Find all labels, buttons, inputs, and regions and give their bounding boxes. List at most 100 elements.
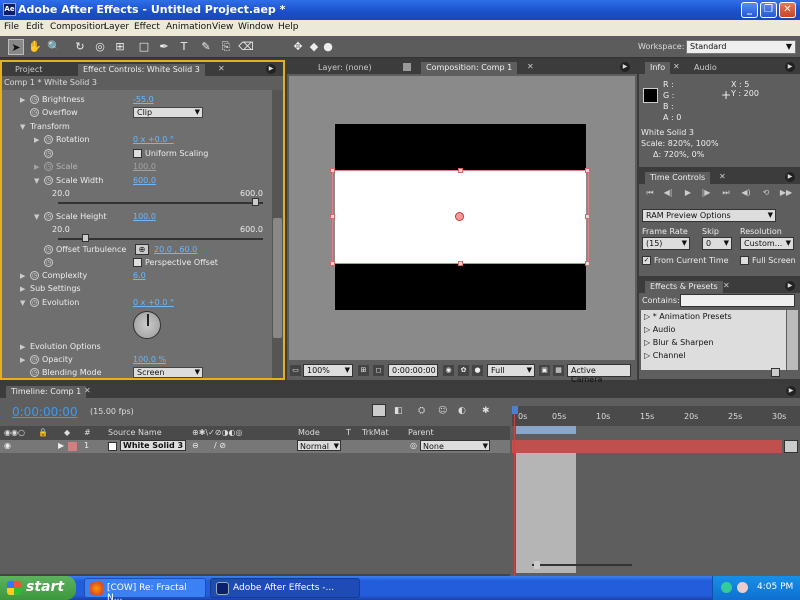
- menu-window[interactable]: Window: [238, 22, 274, 32]
- live-update-icon[interactable]: ◧: [394, 406, 403, 416]
- workspace-select[interactable]: Standard ▼: [686, 40, 796, 54]
- ram-preview-options-select[interactable]: RAM Preview Options ▼: [642, 209, 776, 222]
- frame-rate-select[interactable]: (15) ▼: [642, 237, 690, 250]
- stopwatch-icon[interactable]: ◷: [44, 245, 53, 254]
- layer-duration-bar[interactable]: [512, 440, 782, 453]
- 3d-view-select[interactable]: Active Camera: [567, 364, 631, 384]
- table-row[interactable]: ◉ ▶ 1 White Solid 3 ⊖ / ⊘ Normal ▼ ◎ None…: [0, 440, 510, 453]
- close-tab-icon[interactable]: ✕: [723, 281, 730, 290]
- scale-width-slider[interactable]: [58, 202, 263, 204]
- list-item[interactable]: ▷ Blur & Sharpen: [644, 338, 714, 347]
- label-color-swatch[interactable]: [68, 442, 77, 451]
- minimize-button[interactable]: _: [741, 2, 758, 18]
- zoom-tool-icon[interactable]: 🔍: [46, 39, 62, 55]
- eraser-tool-icon[interactable]: ⌫: [238, 39, 254, 55]
- last-frame-icon[interactable]: ⏭: [719, 188, 733, 199]
- close-tab-icon[interactable]: ✕: [719, 172, 726, 181]
- loop-icon[interactable]: ⟲: [759, 188, 773, 199]
- column-source-name[interactable]: Source Name: [108, 428, 162, 437]
- brush-tool-icon[interactable]: ✎: [198, 39, 214, 55]
- frame-blending-icon[interactable]: ◐: [458, 406, 466, 416]
- from-current-time-checkbox[interactable]: ✓: [642, 256, 651, 265]
- zoom-slider-knob[interactable]: [534, 561, 540, 569]
- scale-height-slider-knob[interactable]: [82, 234, 89, 242]
- first-frame-icon[interactable]: ⏮: [643, 188, 657, 199]
- full-screen-checkbox[interactable]: [740, 256, 749, 265]
- transform-handle[interactable]: [585, 168, 590, 173]
- transparency-grid-icon[interactable]: ▦: [553, 365, 564, 376]
- scale-width-value[interactable]: 600.0: [133, 176, 156, 185]
- list-item[interactable]: ▷ Channel: [644, 351, 686, 360]
- twirl-right-icon[interactable]: ▶: [20, 96, 25, 104]
- play-icon[interactable]: ▶: [681, 188, 695, 199]
- effect-controls-scrollbar[interactable]: [272, 90, 283, 378]
- contains-search-input[interactable]: [680, 294, 795, 307]
- twirl-down-icon[interactable]: ▼: [20, 123, 25, 131]
- twirl-down-icon[interactable]: ▼: [20, 299, 25, 307]
- point-control-icon[interactable]: ⊕: [135, 244, 149, 255]
- effect-switch-icon[interactable]: / ⊘: [214, 441, 226, 450]
- comp-mini-flowchart-icon[interactable]: [372, 404, 386, 417]
- scrollbar-thumb[interactable]: [273, 218, 282, 338]
- resolution-select[interactable]: Custom... ▼: [740, 237, 794, 250]
- tab-effects-presets[interactable]: Effects & Presets: [645, 281, 723, 293]
- menu-layer[interactable]: Layer: [104, 22, 129, 32]
- previous-frame-icon[interactable]: ◀|: [661, 188, 675, 199]
- menu-animation[interactable]: Animation: [166, 22, 212, 32]
- transform-handle[interactable]: [585, 214, 590, 219]
- stopwatch-icon[interactable]: ◷: [44, 135, 53, 144]
- maximize-button[interactable]: ❐: [760, 2, 777, 18]
- magnification-select[interactable]: 100% ▼: [303, 364, 353, 377]
- stopwatch-icon[interactable]: ◷: [30, 355, 39, 364]
- view-axis-icon[interactable]: ●: [320, 39, 336, 55]
- close-tab-icon[interactable]: ✕: [84, 386, 91, 395]
- pen-tool-icon[interactable]: ✒: [156, 39, 172, 55]
- twirl-right-icon[interactable]: ▶: [34, 136, 39, 144]
- clone-stamp-tool-icon[interactable]: ⎘: [218, 39, 234, 55]
- scale-width-slider-knob[interactable]: [252, 198, 259, 206]
- resolution-select[interactable]: Full ▼: [487, 364, 535, 377]
- selection-tool-icon[interactable]: ➤: [8, 39, 24, 55]
- transform-handle[interactable]: [330, 261, 335, 266]
- stopwatch-icon[interactable]: ◷: [30, 368, 39, 377]
- opacity-value[interactable]: 100.0 %: [133, 355, 166, 364]
- twirl-right-icon[interactable]: ▶: [58, 441, 64, 450]
- ram-preview-icon[interactable]: ▶▶: [779, 188, 793, 199]
- timeline-current-time[interactable]: 0:00:00:00: [12, 405, 78, 419]
- rectangle-mask-tool-icon[interactable]: □: [136, 39, 152, 55]
- color-channel-icon[interactable]: ●: [472, 365, 483, 376]
- text-tool-icon[interactable]: T: [176, 39, 192, 55]
- complexity-value[interactable]: 6.0: [133, 271, 146, 280]
- perspective-offset-checkbox[interactable]: [133, 258, 142, 267]
- start-button[interactable]: start: [0, 576, 76, 600]
- zoom-slider[interactable]: [532, 564, 632, 566]
- cti-head-icon[interactable]: [512, 406, 518, 414]
- hide-shy-layers-icon[interactable]: ☺: [438, 406, 447, 416]
- security-icon[interactable]: [737, 582, 748, 593]
- twirl-down-icon[interactable]: ▼: [34, 177, 39, 185]
- lock-icon[interactable]: [403, 63, 411, 71]
- close-tab-icon[interactable]: ✕: [527, 62, 534, 71]
- effects-list-scrollbar[interactable]: [787, 310, 798, 370]
- new-folder-icon[interactable]: [771, 368, 780, 377]
- list-item[interactable]: ▷ * Animation Presets: [644, 312, 732, 321]
- tab-effect-controls[interactable]: Effect Controls: White Solid 3: [78, 64, 205, 76]
- panel-menu-icon[interactable]: ▶: [785, 172, 795, 182]
- eye-icon[interactable]: ◉: [4, 441, 11, 450]
- twirl-right-icon[interactable]: ▶: [20, 285, 25, 293]
- brightness-value[interactable]: -55.0: [133, 95, 154, 104]
- anchor-point-icon[interactable]: [455, 212, 464, 221]
- evolution-value[interactable]: 0 x +0.0 °: [133, 298, 174, 307]
- scale-height-value[interactable]: 100.0: [133, 212, 156, 221]
- twirl-down-icon[interactable]: ▼: [34, 213, 39, 221]
- panel-menu-icon[interactable]: ▶: [785, 281, 795, 291]
- panel-menu-icon[interactable]: ▶: [620, 62, 630, 72]
- layer-name[interactable]: White Solid 3: [120, 440, 187, 451]
- panel-menu-icon[interactable]: ▶: [266, 64, 276, 74]
- tab-layer[interactable]: Layer: (none): [313, 62, 377, 74]
- blending-mode-dropdown[interactable]: Screen ▼: [133, 367, 203, 378]
- list-item[interactable]: ▷ Audio: [644, 325, 675, 334]
- menu-file[interactable]: File: [4, 22, 19, 32]
- offset-turbulence-value[interactable]: 20.0 , 60.0: [154, 245, 197, 254]
- motion-blur-icon[interactable]: ✱: [482, 406, 490, 416]
